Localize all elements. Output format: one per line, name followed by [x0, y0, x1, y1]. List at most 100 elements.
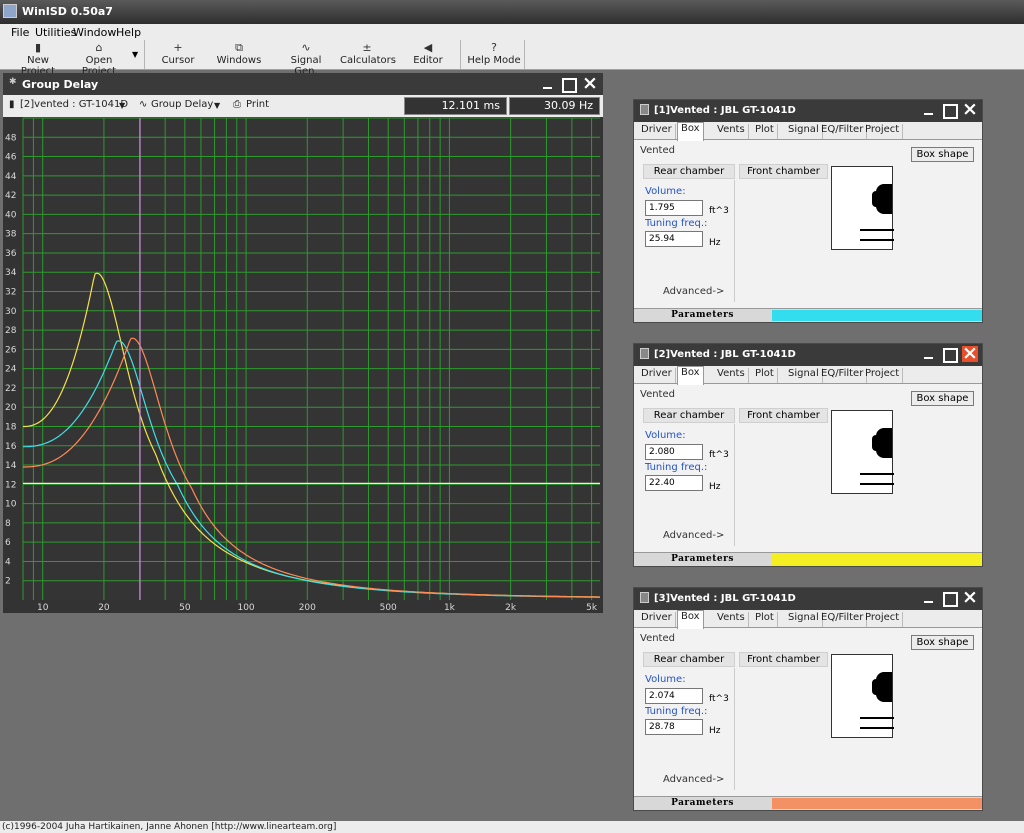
tab-plot[interactable]: Plot	[752, 612, 778, 627]
graph-type-select[interactable]: Group Delay	[151, 99, 213, 110]
parameters-label: Parameters	[671, 798, 734, 808]
param-window-titlebar[interactable]: [2]Vented : JBL GT-1041D ×	[634, 344, 982, 366]
maximize-icon[interactable]	[560, 76, 577, 93]
front-chamber-tab[interactable]: Front chamber	[739, 164, 828, 179]
y-tick-label: 6	[5, 538, 11, 548]
pin-icon[interactable]: ✱	[9, 77, 17, 87]
menu-file[interactable]: File	[11, 26, 29, 39]
calculators-button[interactable]: ± Calculators	[340, 41, 396, 66]
close-icon[interactable]: ×	[962, 588, 978, 607]
x-tick-label: 100	[237, 603, 254, 613]
group-delay-titlebar[interactable]: ✱ Group Delay ×	[3, 73, 603, 95]
document-icon	[640, 104, 649, 115]
tab-eq-filter[interactable]: EQ/Filter	[818, 368, 868, 383]
project-color-swatch	[772, 798, 982, 809]
close-icon[interactable]: ×	[582, 74, 598, 93]
tab-box[interactable]: Box	[677, 366, 704, 385]
help-icon: ?	[491, 41, 497, 54]
advanced-button[interactable]: Advanced->	[663, 530, 724, 541]
print-button[interactable]: Print	[246, 99, 269, 110]
tab-vents[interactable]: Vents	[714, 124, 749, 139]
minimize-icon[interactable]	[921, 590, 937, 606]
param-tabs: Driver Box Vents Plot Signal EQ/Filter Project	[634, 366, 982, 385]
volume-label: Volume:	[645, 186, 686, 197]
close-icon[interactable]: ×	[962, 344, 978, 363]
document-icon	[640, 348, 649, 359]
y-tick-label: 18	[5, 422, 17, 432]
editor-button[interactable]: ◀ Editor	[410, 41, 446, 66]
tab-driver[interactable]: Driver	[638, 124, 676, 139]
x-tick-label: 2k	[505, 603, 517, 613]
tab-plot[interactable]: Plot	[752, 368, 778, 383]
param-window-titlebar[interactable]: [3]Vented : JBL GT-1041D ×	[634, 588, 982, 610]
maximize-icon[interactable]	[941, 346, 958, 363]
volume-unit: ft^3	[709, 450, 729, 460]
driver-cone-icon	[872, 191, 880, 207]
open-project-button[interactable]: ⌂ Open Project	[70, 41, 128, 77]
y-tick-label: 8	[5, 519, 11, 529]
rear-chamber-tab[interactable]: Rear chamber	[643, 164, 735, 179]
box-shape-button[interactable]: Box shape	[911, 147, 974, 162]
box-diagram	[831, 410, 894, 494]
maximize-icon[interactable]	[941, 102, 958, 119]
param-tabs: Driver Box Vents Plot Signal EQ/Filter Project	[634, 122, 982, 141]
advanced-button[interactable]: Advanced->	[663, 774, 724, 785]
tab-vents[interactable]: Vents	[714, 368, 749, 383]
minimize-icon[interactable]	[921, 102, 937, 118]
volume-input[interactable]: 2.080	[645, 444, 703, 460]
tab-box[interactable]: Box	[677, 122, 704, 141]
menu-help[interactable]: Help	[116, 26, 141, 39]
x-tick-label: 10	[37, 603, 49, 613]
tuning-freq-input[interactable]: 25.94	[645, 231, 703, 247]
volume-unit: ft^3	[709, 206, 729, 216]
project-select-dropdown-icon[interactable]: ▼	[119, 101, 125, 110]
volume-input[interactable]: 1.795	[645, 200, 703, 216]
help-mode-button[interactable]: ? Help Mode	[467, 41, 521, 66]
port-line	[860, 473, 894, 475]
group-delay-chart[interactable]: 2468101214161820222426283032343638404244…	[3, 117, 603, 613]
tab-project[interactable]: Project	[862, 368, 904, 383]
tab-eq-filter[interactable]: EQ/Filter	[818, 124, 868, 139]
minimize-icon[interactable]	[540, 76, 556, 92]
tuning-freq-input[interactable]: 28.78	[645, 719, 703, 735]
tab-plot[interactable]: Plot	[752, 124, 778, 139]
windows-button[interactable]: ⧉ Windows	[216, 41, 262, 66]
tuning-freq-input[interactable]: 22.40	[645, 475, 703, 491]
volume-input[interactable]: 2.074	[645, 688, 703, 704]
driver-cone-icon	[872, 679, 880, 695]
front-chamber-tab[interactable]: Front chamber	[739, 408, 828, 423]
tab-vents[interactable]: Vents	[714, 612, 749, 627]
rear-chamber-tab[interactable]: Rear chamber	[643, 652, 735, 667]
status-footer: (c)1996-2004 Juha Hartikainen, Janne Aho…	[0, 821, 1024, 833]
tab-driver[interactable]: Driver	[638, 368, 676, 383]
open-project-dropdown-icon[interactable]: ▼	[132, 50, 138, 59]
open-folder-icon: ⌂	[95, 41, 103, 54]
box-shape-button[interactable]: Box shape	[911, 635, 974, 650]
tab-project[interactable]: Project	[862, 612, 904, 627]
project-select[interactable]: [2]vented : GT-1041D	[20, 99, 128, 110]
tab-driver[interactable]: Driver	[638, 612, 676, 627]
tab-eq-filter[interactable]: EQ/Filter	[818, 612, 868, 627]
x-tick-label: 1k	[444, 603, 456, 613]
close-icon[interactable]: ×	[962, 100, 978, 119]
maximize-icon[interactable]	[941, 590, 958, 607]
front-chamber-tab[interactable]: Front chamber	[739, 652, 828, 667]
tab-box[interactable]: Box	[677, 610, 704, 629]
y-tick-label: 10	[5, 500, 17, 510]
port-line	[860, 239, 894, 241]
calculators-label: Calculators	[340, 55, 396, 66]
signal-gen-button[interactable]: ∿ Signal Gen.	[280, 41, 332, 77]
cursor-button[interactable]: + Cursor	[160, 41, 196, 66]
port-line	[860, 717, 894, 719]
param-window-titlebar[interactable]: [1]Vented : JBL GT-1041D ×	[634, 100, 982, 122]
advanced-button[interactable]: Advanced->	[663, 286, 724, 297]
minimize-icon[interactable]	[921, 346, 937, 362]
new-project-button[interactable]: ▮ New Project	[10, 41, 66, 77]
graph-type-dropdown-icon[interactable]: ▼	[214, 101, 220, 110]
menu-utilities[interactable]: Utilities	[35, 26, 76, 39]
menu-window[interactable]: Window	[73, 26, 116, 39]
tab-project[interactable]: Project	[862, 124, 904, 139]
windows-icon: ⧉	[235, 41, 243, 54]
box-shape-button[interactable]: Box shape	[911, 391, 974, 406]
rear-chamber-tab[interactable]: Rear chamber	[643, 408, 735, 423]
